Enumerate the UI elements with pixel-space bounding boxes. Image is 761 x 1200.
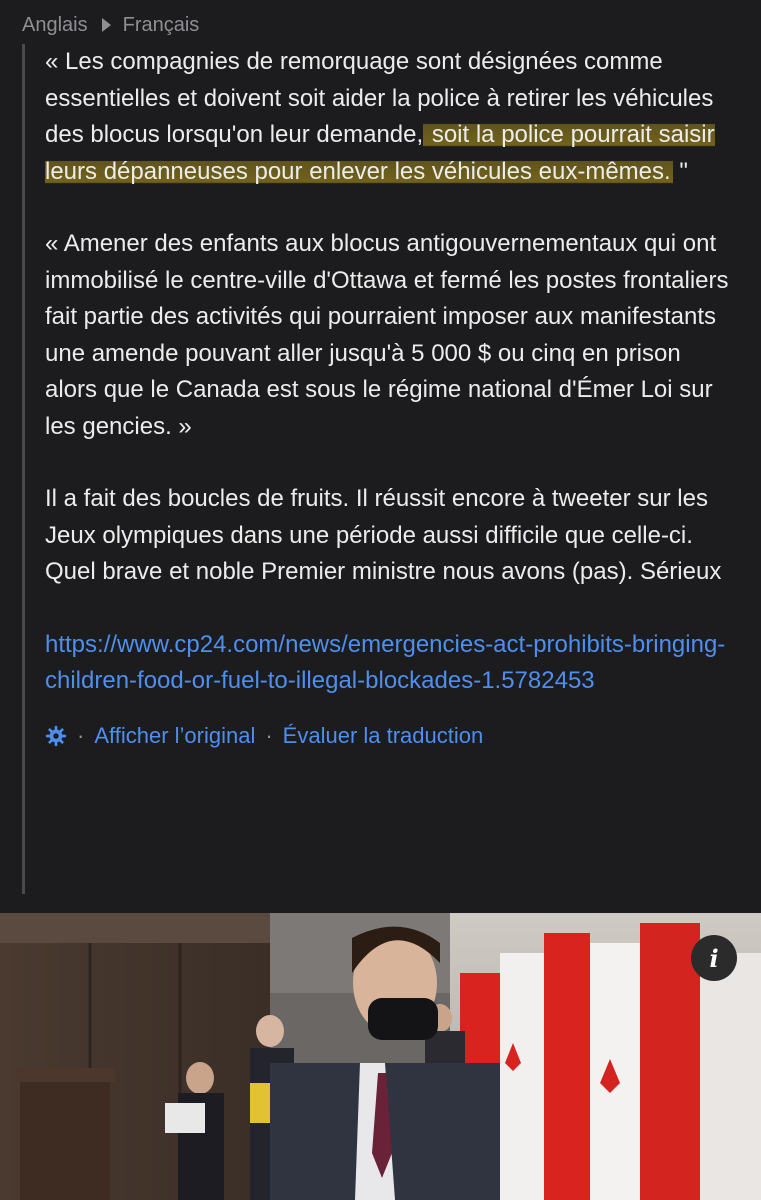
show-original-link[interactable]: Afficher l’original: [94, 723, 255, 749]
separator: ·: [265, 722, 273, 748]
translated-text-block: « Les compagnies de remorquage sont dési…: [22, 44, 737, 894]
paragraph-1-end: ": [672, 157, 688, 185]
gear-icon[interactable]: [45, 725, 67, 747]
separator: ·: [77, 722, 85, 748]
press-conference-photo: [0, 913, 761, 1200]
source-language: Anglais: [22, 13, 88, 36]
attached-photo[interactable]: i: [0, 913, 761, 1200]
info-icon[interactable]: i: [691, 935, 737, 981]
article-link[interactable]: https://www.cp24.com/news/emergencies-ac…: [45, 627, 737, 700]
translated-paragraph-2: « Amener des enfants aux blocus antigouv…: [45, 230, 729, 440]
arrow-right-icon: [101, 18, 111, 32]
target-language: Français: [122, 13, 200, 36]
translation-language-header: Anglais Français: [22, 10, 199, 40]
translated-paragraph-3: Il a fait des boucles de fruits. Il réus…: [45, 485, 722, 585]
translation-actions: · Afficher l’original · Évaluer la tradu…: [45, 718, 737, 754]
translated-paragraph-1: « Les compagnies de remorquage sont dési…: [45, 44, 737, 190]
rate-translation-link[interactable]: Évaluer la traduction: [283, 723, 484, 749]
